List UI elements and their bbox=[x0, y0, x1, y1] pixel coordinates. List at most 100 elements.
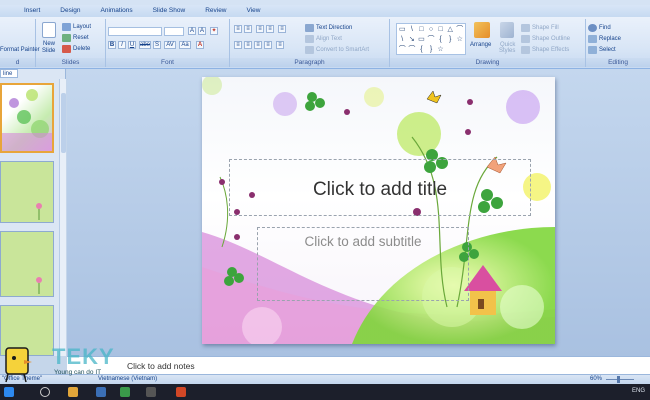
drawing-group-label: Drawing bbox=[390, 58, 585, 67]
shape-option[interactable]: ▭ bbox=[398, 25, 407, 34]
file-explorer-icon[interactable] bbox=[68, 387, 78, 397]
notes-pane[interactable]: Click to add notes bbox=[67, 356, 650, 374]
scrollbar-thumb[interactable] bbox=[61, 93, 66, 153]
bold-button[interactable]: B bbox=[108, 41, 116, 49]
editing-group: Find Replace Select Editing bbox=[586, 19, 650, 67]
shape-effects-button[interactable]: Shape Effects bbox=[532, 47, 569, 53]
shape-option[interactable]: { bbox=[436, 35, 445, 44]
new-slide-button[interactable]: New bbox=[43, 41, 55, 47]
shrink-font-button[interactable]: A bbox=[198, 27, 206, 35]
shape-option[interactable]: ⌒ bbox=[427, 35, 436, 44]
font-color-icon[interactable]: A bbox=[196, 41, 204, 49]
strikethrough-button[interactable]: abe bbox=[139, 41, 151, 49]
grow-font-button[interactable]: A bbox=[188, 27, 196, 35]
char-spacing-button[interactable]: AV bbox=[164, 41, 176, 49]
shape-option[interactable]: ☆ bbox=[455, 35, 464, 44]
tab-view[interactable]: View bbox=[237, 5, 271, 17]
shape-option[interactable]: ⌒ bbox=[408, 45, 417, 54]
shape-option[interactable]: △ bbox=[446, 25, 455, 34]
delete-button[interactable]: Delete bbox=[73, 46, 90, 52]
slide-thumbnail-1[interactable] bbox=[0, 83, 54, 153]
chrome-icon[interactable] bbox=[120, 387, 130, 397]
shape-option[interactable]: ⌒ bbox=[398, 45, 407, 54]
shape-option[interactable]: ☆ bbox=[436, 45, 445, 54]
outline-tab[interactable]: line bbox=[0, 69, 18, 78]
tab-insert[interactable]: Insert bbox=[14, 5, 50, 17]
shape-option[interactable]: } bbox=[427, 45, 436, 54]
font-name-select[interactable] bbox=[108, 27, 162, 36]
reset-button[interactable]: Reset bbox=[73, 35, 89, 41]
shape-option[interactable] bbox=[446, 45, 455, 54]
increase-indent-icon[interactable]: ≡ bbox=[266, 25, 274, 33]
slide-thumbnail-3[interactable] bbox=[0, 231, 54, 297]
align-left-icon[interactable]: ≡ bbox=[234, 41, 242, 49]
font-group-label: Font bbox=[106, 58, 229, 67]
shape-fill-button[interactable]: Shape Fill bbox=[532, 25, 559, 31]
delete-icon bbox=[62, 45, 71, 53]
slides-pane-scrollbar[interactable] bbox=[59, 79, 66, 356]
shape-outline-button[interactable]: Shape Outline bbox=[532, 36, 570, 42]
select-icon bbox=[588, 46, 597, 54]
subtitle-placeholder[interactable]: Click to add subtitle bbox=[257, 227, 469, 301]
shape-option[interactable]: \ bbox=[408, 25, 417, 34]
shape-option[interactable]: □ bbox=[417, 25, 426, 34]
text-direction-button[interactable]: Text Direction bbox=[316, 25, 352, 31]
columns-icon[interactable]: ≡ bbox=[276, 41, 284, 49]
quick-styles-label-2: Styles bbox=[499, 48, 516, 54]
shape-option[interactable]: ↘ bbox=[408, 35, 417, 44]
change-case-button[interactable]: Aa bbox=[179, 41, 191, 49]
select-button[interactable]: Select bbox=[599, 47, 616, 53]
line-spacing-icon[interactable]: ≡ bbox=[278, 25, 286, 33]
shape-option[interactable]: } bbox=[446, 35, 455, 44]
shape-option[interactable]: { bbox=[417, 45, 426, 54]
zoom-slider[interactable] bbox=[606, 379, 634, 380]
shadow-button[interactable]: S bbox=[153, 41, 161, 49]
decrease-indent-icon[interactable]: ≡ bbox=[256, 25, 264, 33]
shape-option[interactable]: □ bbox=[436, 25, 445, 34]
editing-group-label: Editing bbox=[586, 58, 650, 67]
replace-icon bbox=[588, 35, 597, 43]
align-center-icon[interactable]: ≡ bbox=[244, 41, 252, 49]
align-right-icon[interactable]: ≡ bbox=[254, 41, 262, 49]
title-placeholder[interactable]: Click to add title bbox=[229, 159, 531, 216]
tab-animations[interactable]: Animations bbox=[91, 5, 143, 17]
underline-button[interactable]: U bbox=[128, 41, 136, 49]
find-button[interactable]: Find bbox=[599, 25, 611, 31]
powerpoint-icon[interactable] bbox=[176, 387, 186, 397]
browser-icon[interactable] bbox=[96, 387, 106, 397]
watermark-tagline: Young can do IT bbox=[54, 369, 102, 376]
app-icon[interactable] bbox=[146, 387, 156, 397]
justify-icon[interactable]: ≡ bbox=[264, 41, 272, 49]
zoom-level[interactable]: 60% bbox=[590, 376, 602, 382]
replace-button[interactable]: Replace bbox=[599, 36, 621, 42]
current-slide[interactable]: Click to add title Click to add subtitle bbox=[202, 77, 555, 344]
slide-thumbnail-2[interactable] bbox=[0, 161, 54, 223]
shape-option[interactable] bbox=[455, 45, 464, 54]
convert-smartart-button[interactable]: Convert to SmartArt bbox=[316, 47, 369, 53]
font-size-select[interactable] bbox=[164, 27, 184, 36]
shape-option[interactable]: \ bbox=[398, 35, 407, 44]
tab-design[interactable]: Design bbox=[50, 5, 90, 17]
bullets-icon[interactable]: ≡ bbox=[234, 25, 242, 33]
tab-review[interactable]: Review bbox=[195, 5, 236, 17]
arrange-button[interactable]: Arrange bbox=[470, 42, 491, 48]
zoom-slider-knob[interactable] bbox=[617, 376, 620, 383]
layout-button[interactable]: Layout bbox=[73, 24, 91, 30]
shapes-gallery[interactable]: ▭ \ □ ○ □ △ ⌒ \ ↘ ▭ ⌒{} ☆ ⌒ ⌒{} ☆ bbox=[396, 23, 466, 55]
paragraph-group: ≡ ≡ ≡ ≡ ≡ ≡ ≡ ≡ ≡ ≡ Text Direction Align… bbox=[230, 19, 390, 67]
arrange-icon bbox=[474, 22, 490, 38]
drawing-group: ▭ \ □ ○ □ △ ⌒ \ ↘ ▭ ⌒{} ☆ ⌒ ⌒{} ☆ Arrange Quick Styles… bbox=[390, 19, 586, 67]
numbering-icon[interactable]: ≡ bbox=[244, 25, 252, 33]
italic-button[interactable]: I bbox=[118, 41, 126, 49]
windows-start-icon[interactable] bbox=[4, 387, 14, 397]
search-icon[interactable] bbox=[40, 387, 50, 397]
input-language[interactable]: ENG bbox=[632, 388, 645, 394]
shape-option[interactable]: ▭ bbox=[417, 35, 426, 44]
windows-taskbar: ENG bbox=[0, 384, 650, 400]
shape-option[interactable]: ⌒ bbox=[455, 25, 464, 34]
clear-format-icon[interactable]: ✦ bbox=[210, 27, 218, 35]
tab-slide-show[interactable]: Slide Show bbox=[143, 5, 196, 17]
align-text-button[interactable]: Align Text bbox=[316, 36, 342, 42]
shape-option[interactable]: ○ bbox=[427, 25, 436, 34]
format-painter-button[interactable]: Format Painter bbox=[0, 47, 40, 53]
